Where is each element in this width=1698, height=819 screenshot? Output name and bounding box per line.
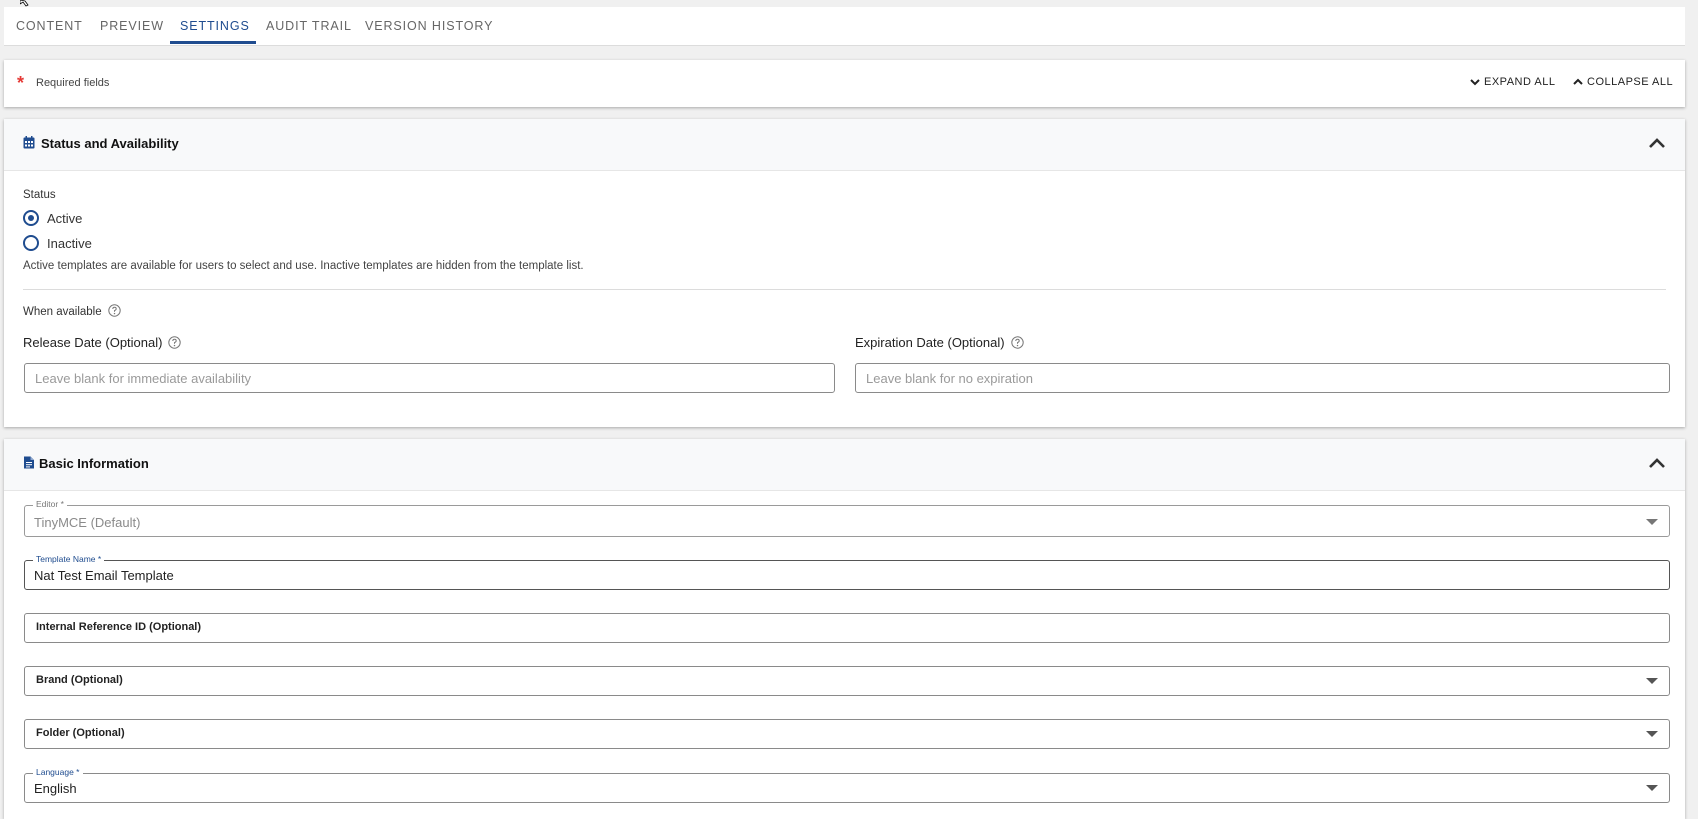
collapse-all-button[interactable]: COLLAPSE ALL [1572,76,1673,88]
radio-checked-icon [23,210,39,226]
release-date-placeholder: Leave blank for immediate availability [35,371,252,386]
required-asterisk: * [17,73,25,93]
expiration-date-text: Expiration Date (Optional) [855,335,1005,350]
language-value: English [34,781,77,796]
brand-select[interactable]: Brand (Optional) [24,666,1670,696]
expand-all-button[interactable]: EXPAND ALL [1469,76,1555,88]
release-date-text: Release Date (Optional) [23,335,163,350]
help-circle-icon[interactable] [107,304,121,317]
internal-reference-id-input[interactable]: Internal Reference ID (Optional) [24,613,1670,643]
status-availability-header[interactable]: Status and Availability [4,119,1685,171]
tab-bar: CONTENT PREVIEW SETTINGS AUDIT TRAIL VER… [4,7,1685,46]
tab-preview[interactable]: PREVIEW [100,7,164,44]
tab-version-history[interactable]: VERSION HISTORY [365,7,493,44]
folder-select[interactable]: Folder (Optional) [24,719,1670,749]
status-radio-inactive[interactable]: Inactive [23,235,92,251]
radio-unchecked-icon [23,235,39,251]
basic-information-panel: Basic Information Editor * TinyMCE (Defa… [4,439,1685,819]
help-circle-icon[interactable] [168,336,182,349]
status-availability-panel: Status and Availability Status Active In… [4,119,1685,427]
brand-label: Brand (Optional) [36,674,123,686]
internal-reference-id-label: Internal Reference ID (Optional) [36,621,202,633]
expiration-date-input[interactable]: Leave blank for no expiration [855,363,1670,393]
release-date-input[interactable]: Leave blank for immediate availability [24,363,835,393]
tab-settings[interactable]: SETTINGS [180,7,250,44]
expiration-date-label: Expiration Date (Optional) [855,335,1024,350]
tab-audit-trail[interactable]: AUDIT TRAIL [266,7,352,44]
help-circle-icon[interactable] [1010,336,1024,349]
chevron-down-icon [1470,79,1480,86]
section-divider [23,289,1666,290]
active-tab-indicator [170,41,256,44]
status-radio-active[interactable]: Active [23,210,82,226]
document-icon [24,456,34,469]
dropdown-caret-icon [1646,519,1658,525]
chevron-up-icon [1573,78,1583,85]
calendar-icon [23,136,35,149]
dropdown-caret-icon [1646,678,1658,684]
folder-label: Folder (Optional) [36,727,125,739]
template-name-input[interactable]: Template Name * Nat Test Email Template [24,554,1670,590]
editor-select[interactable]: Editor * TinyMCE (Default) [24,499,1670,537]
collapse-all-label: COLLAPSE ALL [1587,76,1674,88]
required-fields-note: Required fields [36,77,110,89]
dropdown-caret-icon [1646,785,1658,791]
status-help-text: Active templates are available for users… [23,260,584,272]
template-name-label: Template Name * [33,554,105,564]
basic-information-title: Basic Information [39,456,149,471]
tab-content[interactable]: CONTENT [16,7,83,44]
release-date-label: Release Date (Optional) [23,335,182,350]
dropdown-caret-icon [1646,731,1658,737]
basic-information-header[interactable]: Basic Information [4,439,1685,491]
chevron-up-icon[interactable] [1647,454,1667,474]
editor-value: TinyMCE (Default) [34,515,141,530]
chevron-up-icon[interactable] [1647,134,1667,154]
when-available-label: When available [23,304,121,318]
radio-label-inactive: Inactive [47,235,92,251]
when-available-text: When available [23,306,102,318]
template-name-value: Nat Test Email Template [34,568,174,583]
editor-label: Editor * [33,499,67,509]
expiration-date-placeholder: Leave blank for no expiration [866,371,1033,386]
expand-all-label: EXPAND ALL [1484,76,1556,88]
language-label: Language * [33,767,83,777]
status-availability-title: Status and Availability [41,136,179,151]
radio-label-active: Active [47,210,83,226]
status-label: Status [23,189,56,201]
form-toolbar: * Required fields EXPAND ALL COLLAPSE AL… [4,60,1685,107]
language-select[interactable]: Language * English [24,767,1670,803]
